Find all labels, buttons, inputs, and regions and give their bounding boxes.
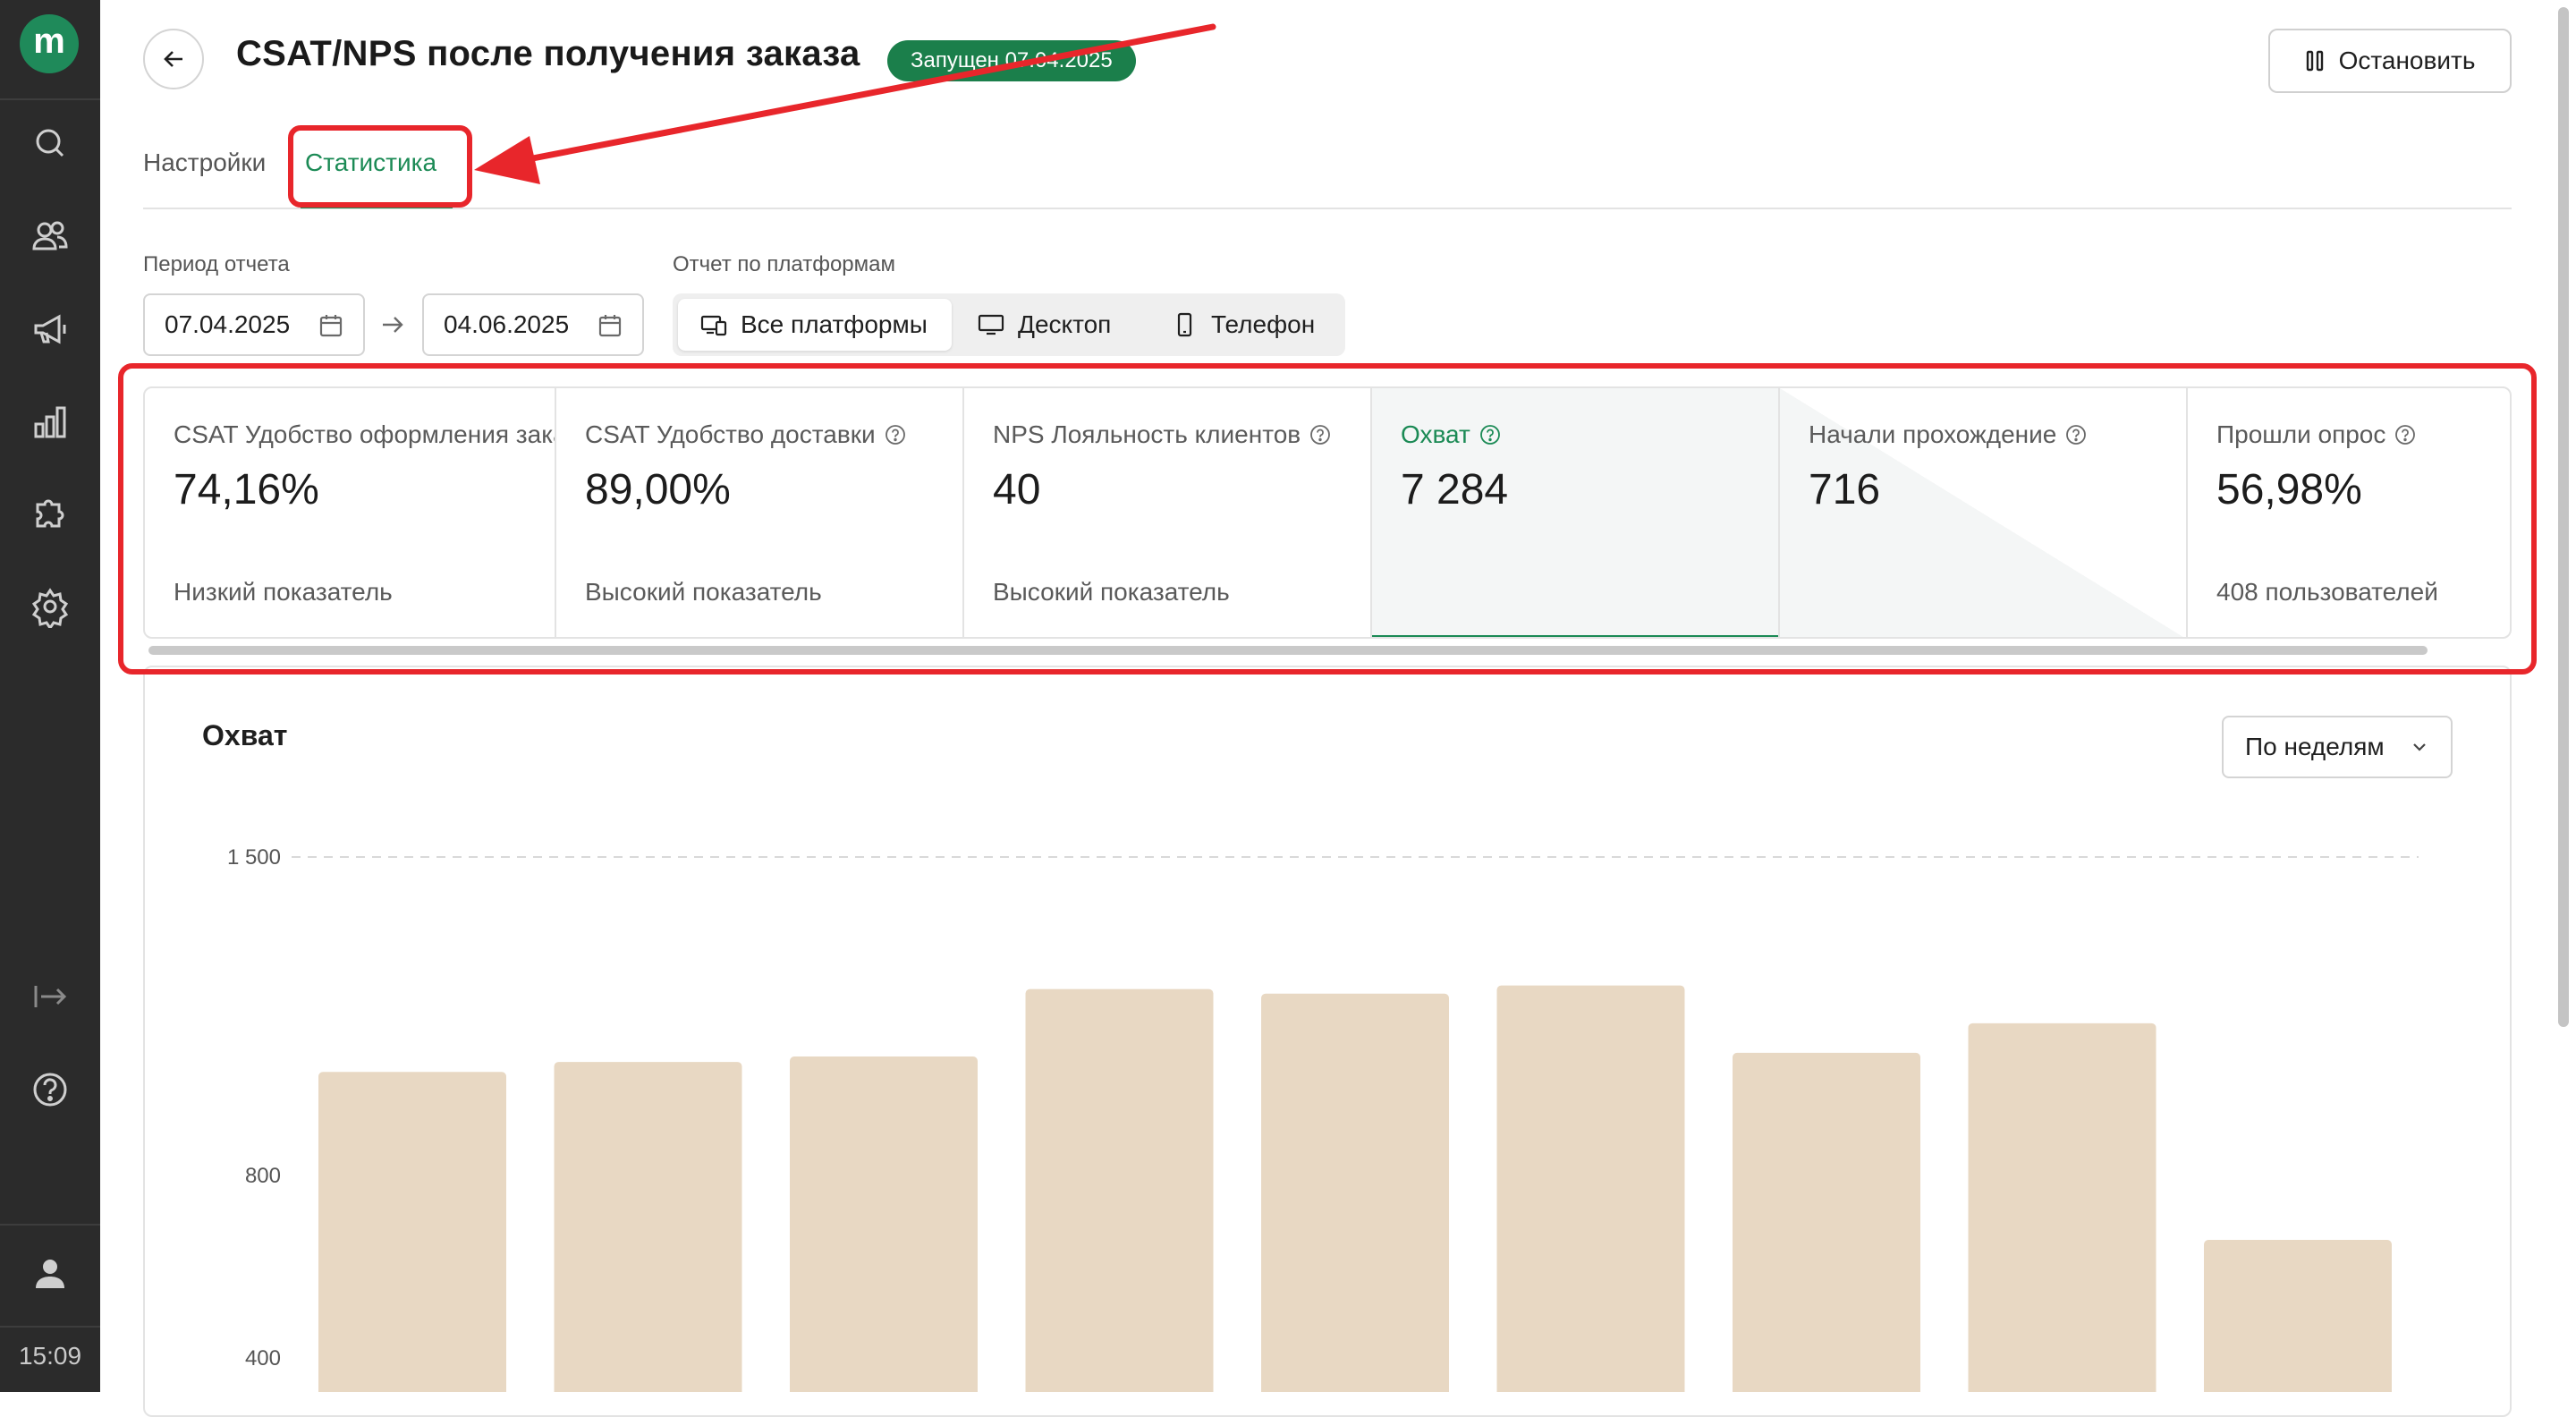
platform-label: Отчет по платформам — [673, 252, 895, 276]
sidebar-divider — [0, 1326, 100, 1328]
chevron-down-icon — [2413, 743, 2426, 751]
pause-icon — [2306, 50, 2323, 72]
platform-desktop-label: Десктоп — [1018, 310, 1112, 338]
app-logo[interactable]: m — [20, 14, 79, 73]
chart-bar[interactable] — [1968, 1022, 2157, 1392]
date-to-value: 04.06.2025 — [444, 310, 570, 338]
status-badge: Запущен 07.04.2025 — [887, 40, 1136, 81]
period-select[interactable]: По неделям — [2222, 716, 2453, 778]
settings-icon[interactable] — [29, 585, 72, 631]
annotation-box-tab — [288, 125, 472, 208]
calendar-icon — [598, 315, 622, 337]
phone-icon — [1177, 312, 1192, 337]
page-title: CSAT/NPS после получения заказа — [236, 34, 860, 73]
profile-icon[interactable] — [29, 1252, 72, 1295]
platform-all-label: Все платформы — [741, 310, 928, 338]
calendar-icon — [319, 315, 343, 337]
reach-bar-chart: 400 800 1 500 — [227, 845, 2419, 1392]
tab-settings[interactable]: Настройки — [143, 148, 266, 177]
chart-bar[interactable] — [790, 1056, 978, 1392]
date-from-input[interactable]: 07.04.2025 — [143, 293, 365, 356]
chart-bar[interactable] — [1733, 1052, 1920, 1392]
y-tick-label: 400 — [245, 1346, 281, 1370]
tabs-divider — [143, 208, 2512, 209]
chart-bar[interactable] — [318, 1072, 506, 1392]
users-icon[interactable] — [29, 215, 72, 258]
platform-phone-button[interactable]: Телефон — [1170, 299, 1315, 351]
analytics-icon[interactable] — [29, 401, 72, 444]
megaphone-icon[interactable] — [29, 308, 72, 351]
stop-button[interactable]: Остановить — [2268, 29, 2512, 93]
chart-title: Охват — [202, 719, 288, 751]
stop-button-label: Остановить — [2338, 47, 2476, 74]
devices-icon — [700, 315, 727, 336]
clock-time: 15:09 — [18, 1342, 82, 1370]
sidebar-divider — [0, 1224, 100, 1226]
page-scrollbar[interactable] — [2558, 7, 2569, 1027]
sidebar-divider — [0, 98, 100, 100]
help-icon[interactable] — [29, 1068, 72, 1111]
period-select-value: По неделям — [2245, 733, 2385, 760]
date-from-value: 07.04.2025 — [165, 310, 291, 338]
arrow-right-icon — [383, 317, 403, 333]
chart-bar[interactable] — [2204, 1240, 2392, 1392]
period-label: Период отчета — [143, 252, 290, 276]
puzzle-icon[interactable] — [29, 492, 72, 535]
chart-bar[interactable] — [554, 1062, 742, 1392]
annotation-box-metrics — [118, 363, 2537, 675]
platform-all-button[interactable]: Все платформы — [678, 299, 952, 351]
y-tick-label: 800 — [245, 1164, 281, 1188]
platform-phone-label: Телефон — [1211, 310, 1316, 338]
back-button[interactable] — [143, 29, 204, 89]
chart-bar[interactable] — [1025, 989, 1214, 1392]
date-to-input[interactable]: 04.06.2025 — [422, 293, 644, 356]
chart-bar[interactable] — [1261, 993, 1449, 1392]
desktop-icon — [978, 314, 1004, 335]
arrow-left-icon — [164, 51, 182, 67]
platform-switcher: Все платформы Десктоп Телефон — [673, 293, 1345, 356]
logout-icon[interactable] — [29, 975, 72, 1018]
chart-bar[interactable] — [1496, 985, 1685, 1392]
platform-desktop-button[interactable]: Десктоп — [977, 299, 1111, 351]
y-tick-label: 1 500 — [227, 845, 281, 870]
sidebar: m 15:09 — [0, 0, 100, 1392]
search-icon[interactable] — [29, 122, 72, 165]
